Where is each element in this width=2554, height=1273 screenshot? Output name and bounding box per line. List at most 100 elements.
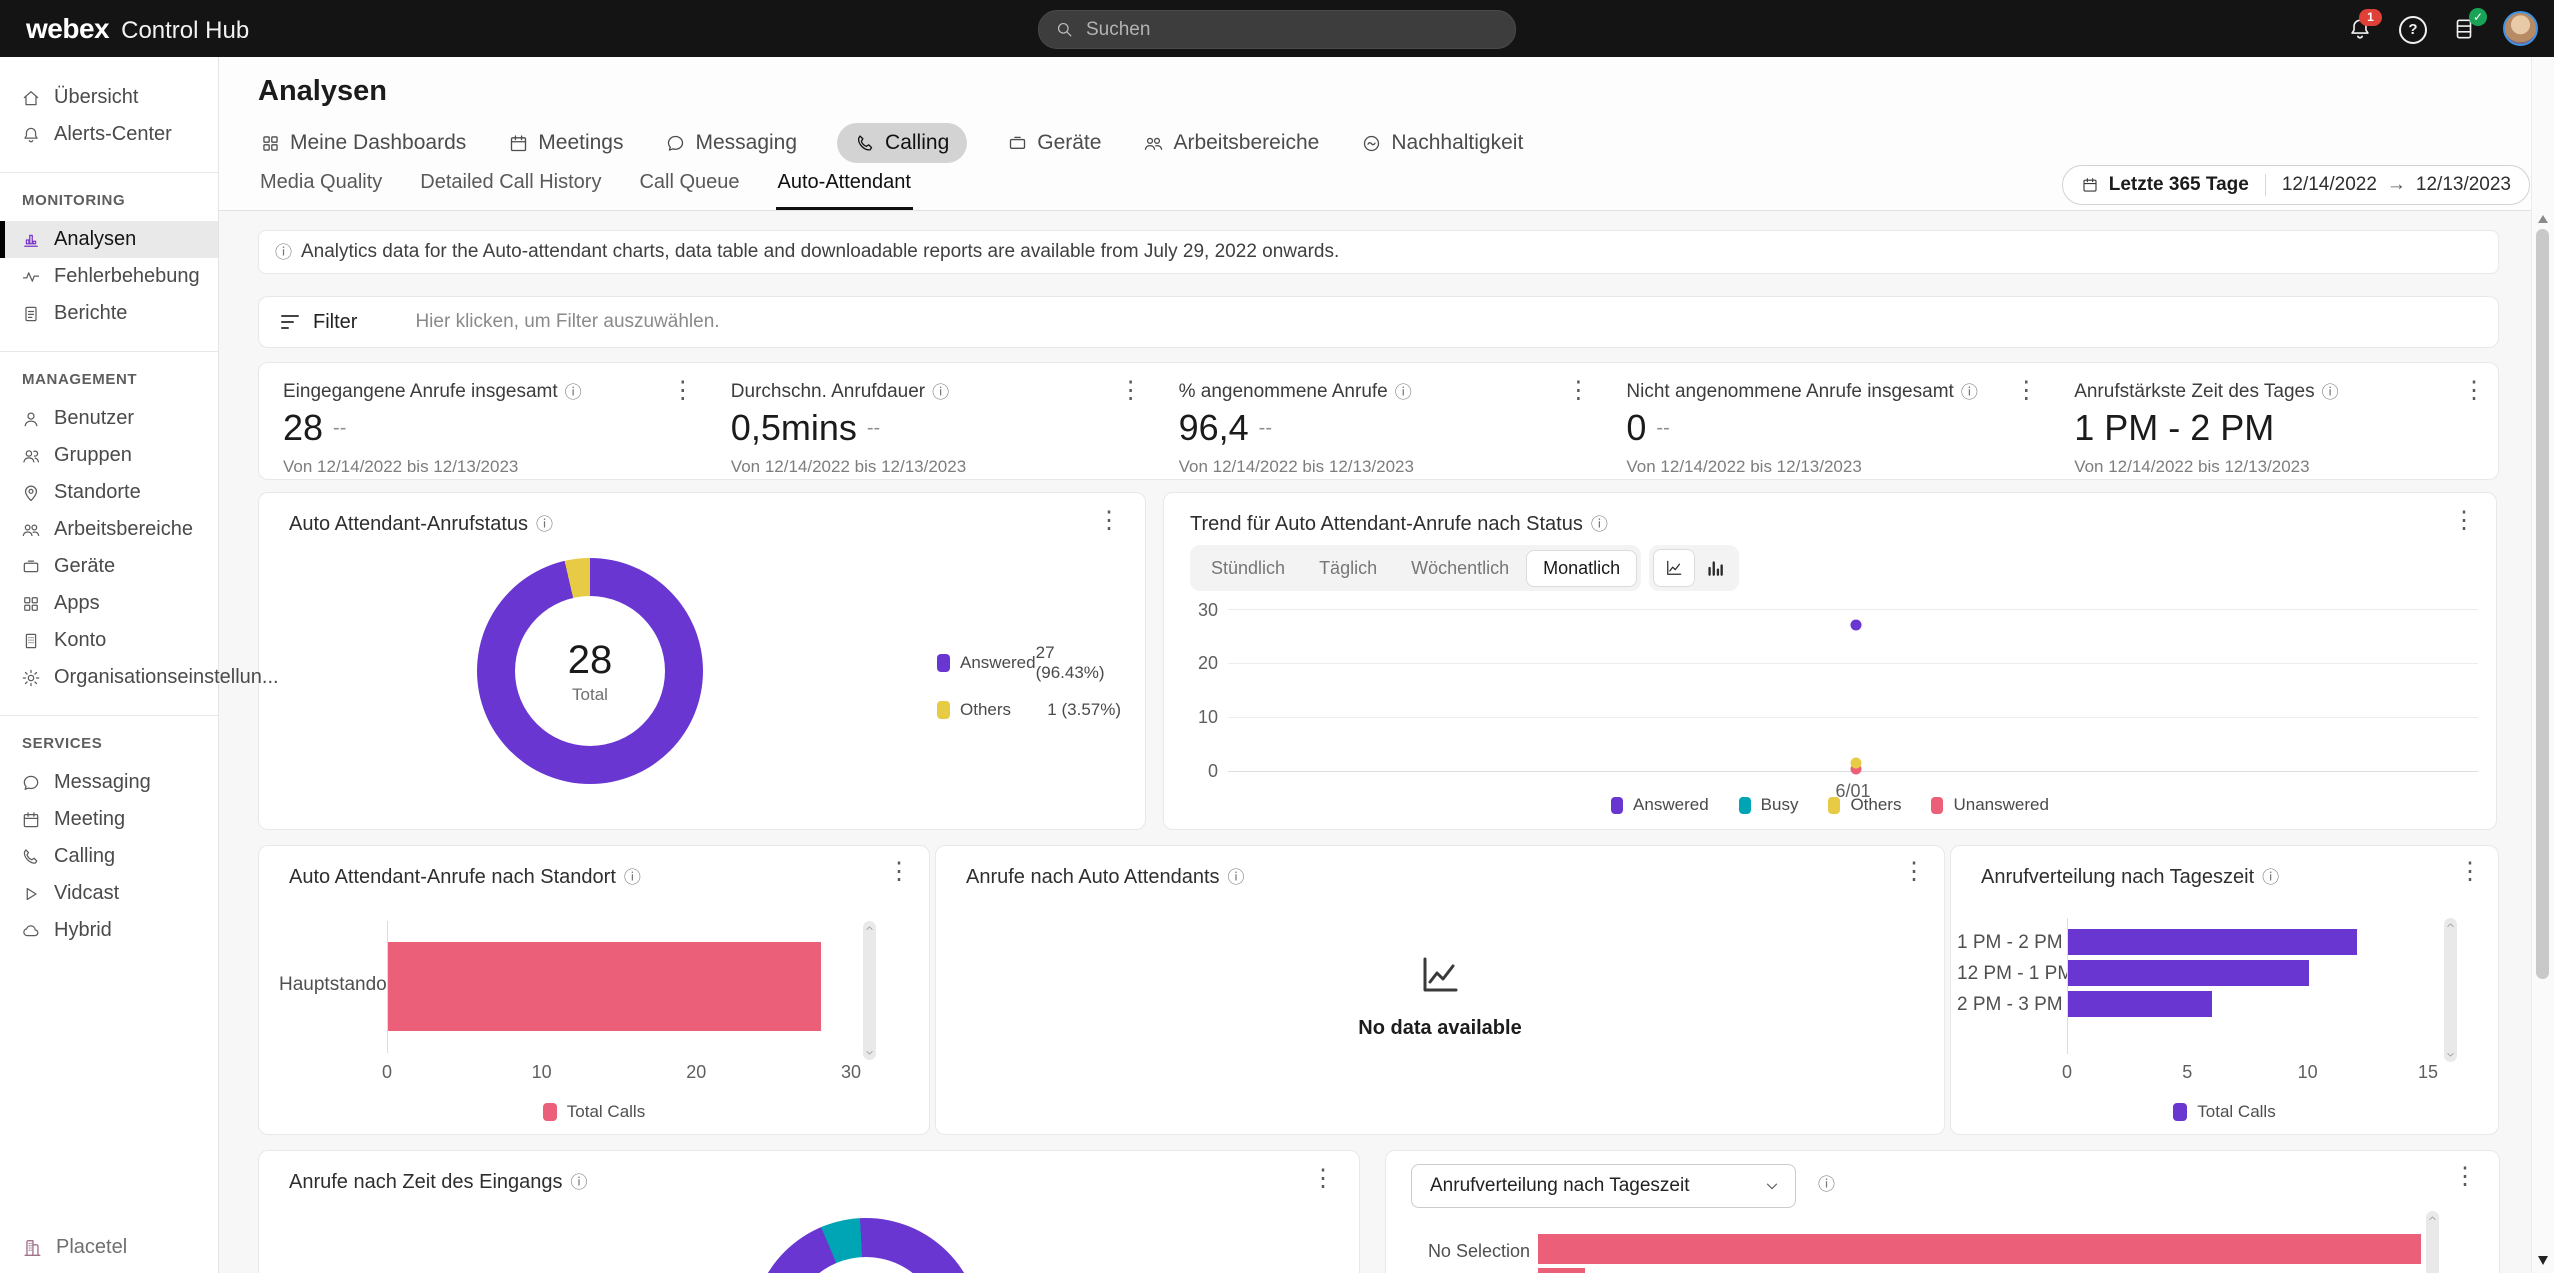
subtab-call-queue[interactable]: Call Queue <box>637 171 741 210</box>
date-range-picker[interactable]: Letzte 365 Tage 12/14/2022 → 12/13/2023 <box>2062 165 2530 205</box>
card-menu-kebab[interactable]: ⋮ <box>2458 860 2482 884</box>
sidebar-section-monitoring: MONITORING <box>0 192 218 209</box>
legend-item-busy[interactable]: Busy <box>1739 795 1799 815</box>
scroll-down-arrow[interactable] <box>2538 1256 2548 1265</box>
subtab-media-quality[interactable]: Media Quality <box>258 171 384 210</box>
chart-legend[interactable]: Total Calls <box>1951 1102 2498 1122</box>
sidebar-item-messaging[interactable]: Messaging <box>0 764 218 801</box>
sidebar-item-vidcast[interactable]: Vidcast <box>0 875 218 912</box>
info-icon[interactable]: ⓘ <box>932 384 949 401</box>
bar-2pm-3pm <box>2068 991 2429 1017</box>
scrollbar-thumb[interactable] <box>2536 229 2549 979</box>
org-name[interactable]: Placetel <box>21 1236 127 1259</box>
subtab-auto-attendant[interactable]: Auto-Attendant <box>776 171 913 210</box>
filter-bar[interactable]: Filter Hier klicken, um Filter auszuwähl… <box>258 296 2499 348</box>
legend-item-others[interactable]: Others <box>1828 795 1901 815</box>
chart-scrollbar[interactable] <box>863 921 876 1060</box>
card-menu-kebab[interactable]: ⋮ <box>671 379 695 403</box>
legend-item-answered[interactable]: Answered <box>1611 795 1709 815</box>
help-button[interactable]: ? <box>2399 16 2425 42</box>
tab-calling[interactable]: Calling <box>837 123 967 163</box>
chart-legend[interactable]: Total Calls <box>259 1102 929 1122</box>
card-menu-kebab[interactable]: ⋮ <box>1097 509 1121 533</box>
sidebar-item-apps[interactable]: Apps <box>0 585 218 622</box>
sidebar-item-benutzer[interactable]: Benutzer <box>0 400 218 437</box>
sidebar-item-gruppen[interactable]: Gruppen <box>0 437 218 474</box>
card-menu-kebab[interactable]: ⋮ <box>887 860 911 884</box>
sidebar-item-uebersicht[interactable]: Übersicht <box>0 79 218 116</box>
card-menu-kebab[interactable]: ⋮ <box>2014 379 2038 403</box>
tab-geraete[interactable]: Geräte <box>1005 123 1103 163</box>
kpi-title: Durchschn. Anrufdauer <box>731 381 925 403</box>
legend-item-answered[interactable]: Answered 27 (96.43%) <box>937 643 1121 683</box>
sidebar-item-fehlerbehebung[interactable]: Fehlerbehebung <box>0 258 218 295</box>
info-icon[interactable]: ⓘ <box>2322 384 2339 401</box>
sidebar-item-geraete[interactable]: Geräte <box>0 548 218 585</box>
info-icon[interactable]: ⓘ <box>565 384 582 401</box>
tab-arbeitsbereiche[interactable]: Arbeitsbereiche <box>1141 123 1321 163</box>
legend-swatch <box>937 701 950 719</box>
avatar[interactable] <box>2503 11 2538 46</box>
global-search[interactable] <box>1038 10 1516 49</box>
info-icon[interactable]: ⓘ <box>571 1174 588 1191</box>
sidebar-item-meeting[interactable]: Meeting <box>0 801 218 838</box>
info-icon[interactable]: ⓘ <box>1591 516 1608 533</box>
sidebar-item-label: Standorte <box>54 481 141 504</box>
legend-item-others[interactable]: Others 1 (3.57%) <box>937 700 1121 720</box>
sidebar-item-arbeitsbereiche[interactable]: Arbeitsbereiche <box>0 511 218 548</box>
info-icon[interactable]: ⓘ <box>536 516 553 533</box>
chart-scrollbar[interactable] <box>2426 1211 2439 1273</box>
webex-logo[interactable]: webex Control Hub <box>26 13 249 45</box>
bell-icon <box>21 125 41 145</box>
search-input[interactable] <box>1084 18 1468 42</box>
toggle-monatlich[interactable]: Monatlich <box>1526 550 1637 587</box>
tab-messaging[interactable]: Messaging <box>663 123 799 163</box>
info-icon[interactable]: ⓘ <box>1818 1176 1835 1193</box>
subtab-detailed-call-history[interactable]: Detailed Call History <box>418 171 603 210</box>
info-icon[interactable]: ⓘ <box>2262 869 2279 886</box>
sidebar-item-organisationseinstellungen[interactable]: Organisationseinstellun... <box>0 659 218 696</box>
chart-type-line-button[interactable] <box>1653 549 1695 587</box>
home-icon <box>21 88 41 108</box>
toggle-stuendlich[interactable]: Stündlich <box>1194 550 1302 587</box>
legend-item-unanswered[interactable]: Unanswered <box>1931 795 2048 815</box>
chart-select-dropdown[interactable]: Anrufverteilung nach Tageszeit <box>1411 1164 1796 1208</box>
info-icon[interactable]: ⓘ <box>1395 384 1412 401</box>
legend-swatch <box>937 654 950 672</box>
info-icon[interactable]: ⓘ <box>1961 384 1978 401</box>
card-menu-kebab[interactable]: ⋮ <box>1119 379 1143 403</box>
page-scrollbar[interactable] <box>2531 57 2554 1273</box>
sidebar-item-analysen[interactable]: Analysen <box>0 221 218 258</box>
chart-scrollbar[interactable] <box>2444 918 2457 1062</box>
data-point-answered <box>1850 620 1861 631</box>
sidebar-item-standorte[interactable]: Standorte <box>0 474 218 511</box>
sidebar-item-hybrid[interactable]: Hybrid <box>0 912 218 949</box>
sidebar-item-berichte[interactable]: Berichte <box>0 295 218 332</box>
sidebar-item-label: Gruppen <box>54 444 132 467</box>
workspaces-icon <box>21 520 41 540</box>
info-icon[interactable]: ⓘ <box>1228 869 1245 886</box>
bar-12pm-1pm <box>2068 960 2429 986</box>
donut-chart: 28 Total <box>477 558 703 784</box>
top-bar: webex Control Hub 1 ? ✓ <box>0 0 2554 57</box>
info-icon[interactable]: ⓘ <box>624 869 641 886</box>
card-menu-kebab[interactable]: ⋮ <box>2453 1165 2477 1189</box>
toggle-taeglich[interactable]: Täglich <box>1302 550 1394 587</box>
card-menu-kebab[interactable]: ⋮ <box>2462 379 2486 403</box>
sidebar-item-konto[interactable]: Konto <box>0 622 218 659</box>
card-menu-kebab[interactable]: ⋮ <box>1566 379 1590 403</box>
card-menu-kebab[interactable]: ⋮ <box>2452 509 2476 533</box>
chart-type-bar-button[interactable] <box>1695 550 1735 586</box>
whats-new-button[interactable]: ✓ <box>2451 16 2477 42</box>
card-menu-kebab[interactable]: ⋮ <box>1902 860 1926 884</box>
notifications-button[interactable]: 1 <box>2347 16 2373 42</box>
tab-meetings[interactable]: Meetings <box>506 123 625 163</box>
sidebar-item-calling[interactable]: Calling <box>0 838 218 875</box>
toggle-woechentlich[interactable]: Wöchentlich <box>1394 550 1526 587</box>
sidebar-item-alerts-center[interactable]: Alerts-Center <box>0 116 218 153</box>
card-menu-kebab[interactable]: ⋮ <box>1311 1167 1335 1191</box>
scroll-up-arrow[interactable] <box>2538 215 2548 223</box>
tab-nachhaltigkeit[interactable]: Nachhaltigkeit <box>1359 123 1525 163</box>
tab-meine-dashboards[interactable]: Meine Dashboards <box>258 123 468 163</box>
gear-icon <box>21 668 41 688</box>
